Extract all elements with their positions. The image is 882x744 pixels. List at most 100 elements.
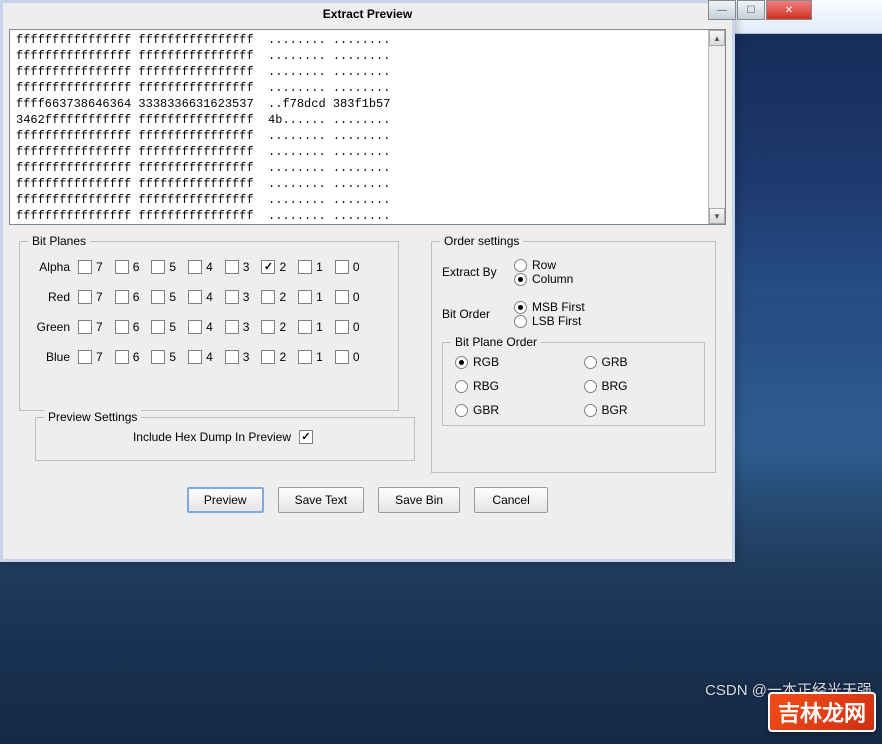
bitplane-bit-label: 7 <box>96 320 103 334</box>
scroll-track[interactable] <box>709 46 725 208</box>
bit-plane-order-group: Bit Plane Order RGBGRBRBGBRGGBRBGR <box>442 342 705 426</box>
bitplane-checkbox-alpha-0[interactable] <box>335 260 349 274</box>
bit-order-radio-lsb-first[interactable] <box>514 315 527 328</box>
bitplane-row-label: Red <box>30 290 78 304</box>
bit-plane-order-radio-label: GRB <box>602 355 628 369</box>
bitplane-checkbox-alpha-2[interactable] <box>261 260 275 274</box>
bitplane-bit-label: 5 <box>169 260 176 274</box>
bit-plane-order-radio-label: BRG <box>602 379 628 393</box>
bitplane-checkbox-blue-0[interactable] <box>335 350 349 364</box>
bitplane-checkbox-alpha-4[interactable] <box>188 260 202 274</box>
bitplane-bit-label: 0 <box>353 320 360 334</box>
watermark-site: 吉林龙网 <box>768 692 876 732</box>
bit-plane-order-radio-label: BGR <box>602 403 628 417</box>
bit-order-radio-msb-first[interactable] <box>514 301 527 314</box>
bit-order-radio-label: LSB First <box>532 314 581 328</box>
bit-plane-order-radio-label: RBG <box>473 379 499 393</box>
bit-plane-order-radio-brg[interactable] <box>584 380 597 393</box>
bit-plane-order-radio-label: GBR <box>473 403 499 417</box>
bitplane-checkbox-green-3[interactable] <box>225 320 239 334</box>
bitplane-bit-label: 1 <box>316 260 323 274</box>
maximize-button[interactable]: ☐ <box>737 0 765 20</box>
bitplane-checkbox-alpha-5[interactable] <box>151 260 165 274</box>
include-hex-label: Include Hex Dump In Preview <box>133 430 291 444</box>
scroll-up-button[interactable]: ▲ <box>709 30 725 46</box>
dialog-title: Extract Preview <box>3 3 732 25</box>
bitplane-checkbox-red-5[interactable] <box>151 290 165 304</box>
preview-settings-group: Preview Settings Include Hex Dump In Pre… <box>35 417 415 461</box>
bitplane-checkbox-alpha-1[interactable] <box>298 260 312 274</box>
hex-preview-area: ffffffffffffffff ffffffffffffffff ......… <box>9 29 726 225</box>
bitplane-bit-label: 6 <box>133 320 140 334</box>
bitplane-bit-label: 4 <box>206 290 213 304</box>
extract-preview-dialog: — ☐ ✕ Extract Preview ffffffffffffffff f… <box>0 0 735 562</box>
scroll-down-button[interactable]: ▼ <box>709 208 725 224</box>
bitplane-bit-label: 6 <box>133 290 140 304</box>
titlebar-buttons: — ☐ ✕ <box>707 0 812 20</box>
bitplane-checkbox-green-7[interactable] <box>78 320 92 334</box>
save-text-button[interactable]: Save Text <box>278 487 364 513</box>
bitplane-bit-label: 7 <box>96 290 103 304</box>
cancel-button[interactable]: Cancel <box>474 487 548 513</box>
minimize-button[interactable]: — <box>708 0 736 20</box>
bit-order-label: Bit Order <box>442 307 514 321</box>
bitplane-checkbox-blue-6[interactable] <box>115 350 129 364</box>
bitplane-checkbox-blue-2[interactable] <box>261 350 275 364</box>
hex-dump-text[interactable]: ffffffffffffffff ffffffffffffffff ......… <box>10 30 708 224</box>
bitplane-checkbox-green-4[interactable] <box>188 320 202 334</box>
bitplane-bit-label: 4 <box>206 260 213 274</box>
bitplane-checkbox-green-5[interactable] <box>151 320 165 334</box>
close-button[interactable]: ✕ <box>766 0 812 20</box>
preview-button[interactable]: Preview <box>187 487 264 513</box>
bitplane-checkbox-blue-3[interactable] <box>225 350 239 364</box>
include-hex-checkbox[interactable] <box>299 430 313 444</box>
bit-plane-order-radio-rgb[interactable] <box>455 356 468 369</box>
extract-by-radio-row[interactable] <box>514 259 527 272</box>
bitplane-checkbox-red-7[interactable] <box>78 290 92 304</box>
extract-by-radio-column[interactable] <box>514 273 527 286</box>
bitplane-bit-label: 2 <box>279 320 286 334</box>
bitplane-bit-label: 3 <box>243 290 250 304</box>
bitplane-checkbox-red-0[interactable] <box>335 290 349 304</box>
bitplane-checkbox-red-3[interactable] <box>225 290 239 304</box>
bitplane-checkbox-alpha-6[interactable] <box>115 260 129 274</box>
bitplane-checkbox-red-4[interactable] <box>188 290 202 304</box>
bitplane-checkbox-green-1[interactable] <box>298 320 312 334</box>
bit-plane-order-radio-bgr[interactable] <box>584 404 597 417</box>
bitplane-bit-label: 2 <box>279 260 286 274</box>
bitplane-row-red: Red76543210 <box>30 290 388 304</box>
bitplane-bit-label: 0 <box>353 290 360 304</box>
bitplane-bit-label: 1 <box>316 350 323 364</box>
bitplane-bit-label: 3 <box>243 260 250 274</box>
bitplane-row-alpha: Alpha76543210 <box>30 260 388 274</box>
bit-plane-order-radio-rbg[interactable] <box>455 380 468 393</box>
bitplane-checkbox-green-2[interactable] <box>261 320 275 334</box>
bitplane-checkbox-red-2[interactable] <box>261 290 275 304</box>
bitplane-checkbox-alpha-3[interactable] <box>225 260 239 274</box>
bit-planes-label: Bit Planes <box>28 234 90 248</box>
bitplane-checkbox-green-6[interactable] <box>115 320 129 334</box>
vertical-scrollbar[interactable]: ▲ ▼ <box>708 30 725 224</box>
save-bin-button[interactable]: Save Bin <box>378 487 460 513</box>
bitplane-bit-label: 4 <box>206 350 213 364</box>
bitplane-bit-label: 2 <box>279 350 286 364</box>
bitplane-row-label: Green <box>30 320 78 334</box>
bitplane-bit-label: 7 <box>96 350 103 364</box>
bitplane-checkbox-green-0[interactable] <box>335 320 349 334</box>
bitplane-checkbox-red-1[interactable] <box>298 290 312 304</box>
bitplane-checkbox-alpha-7[interactable] <box>78 260 92 274</box>
bitplane-row-label: Blue <box>30 350 78 364</box>
bitplane-bit-label: 1 <box>316 320 323 334</box>
bitplane-checkbox-blue-7[interactable] <box>78 350 92 364</box>
bit-plane-order-radio-gbr[interactable] <box>455 404 468 417</box>
extract-by-label: Extract By <box>442 265 514 279</box>
bit-plane-order-radio-grb[interactable] <box>584 356 597 369</box>
bitplane-checkbox-red-6[interactable] <box>115 290 129 304</box>
extract-by-radio-label: Column <box>532 272 573 286</box>
bitplane-checkbox-blue-4[interactable] <box>188 350 202 364</box>
bit-plane-order-radio-label: RGB <box>473 355 499 369</box>
bitplane-checkbox-blue-5[interactable] <box>151 350 165 364</box>
preview-settings-label: Preview Settings <box>44 410 141 424</box>
bit-plane-order-label: Bit Plane Order <box>451 335 541 349</box>
bitplane-checkbox-blue-1[interactable] <box>298 350 312 364</box>
